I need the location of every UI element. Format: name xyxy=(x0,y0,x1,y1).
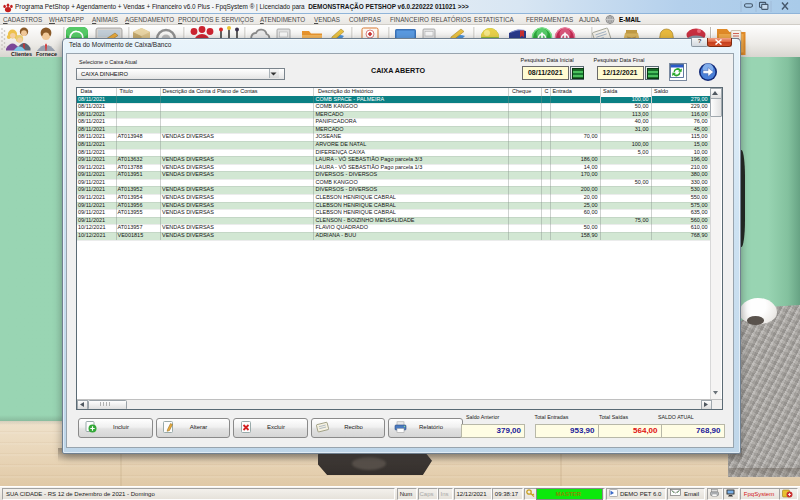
svg-text:Fornece: Fornece xyxy=(36,51,57,57)
svg-text:Clientes: Clientes xyxy=(11,51,32,57)
